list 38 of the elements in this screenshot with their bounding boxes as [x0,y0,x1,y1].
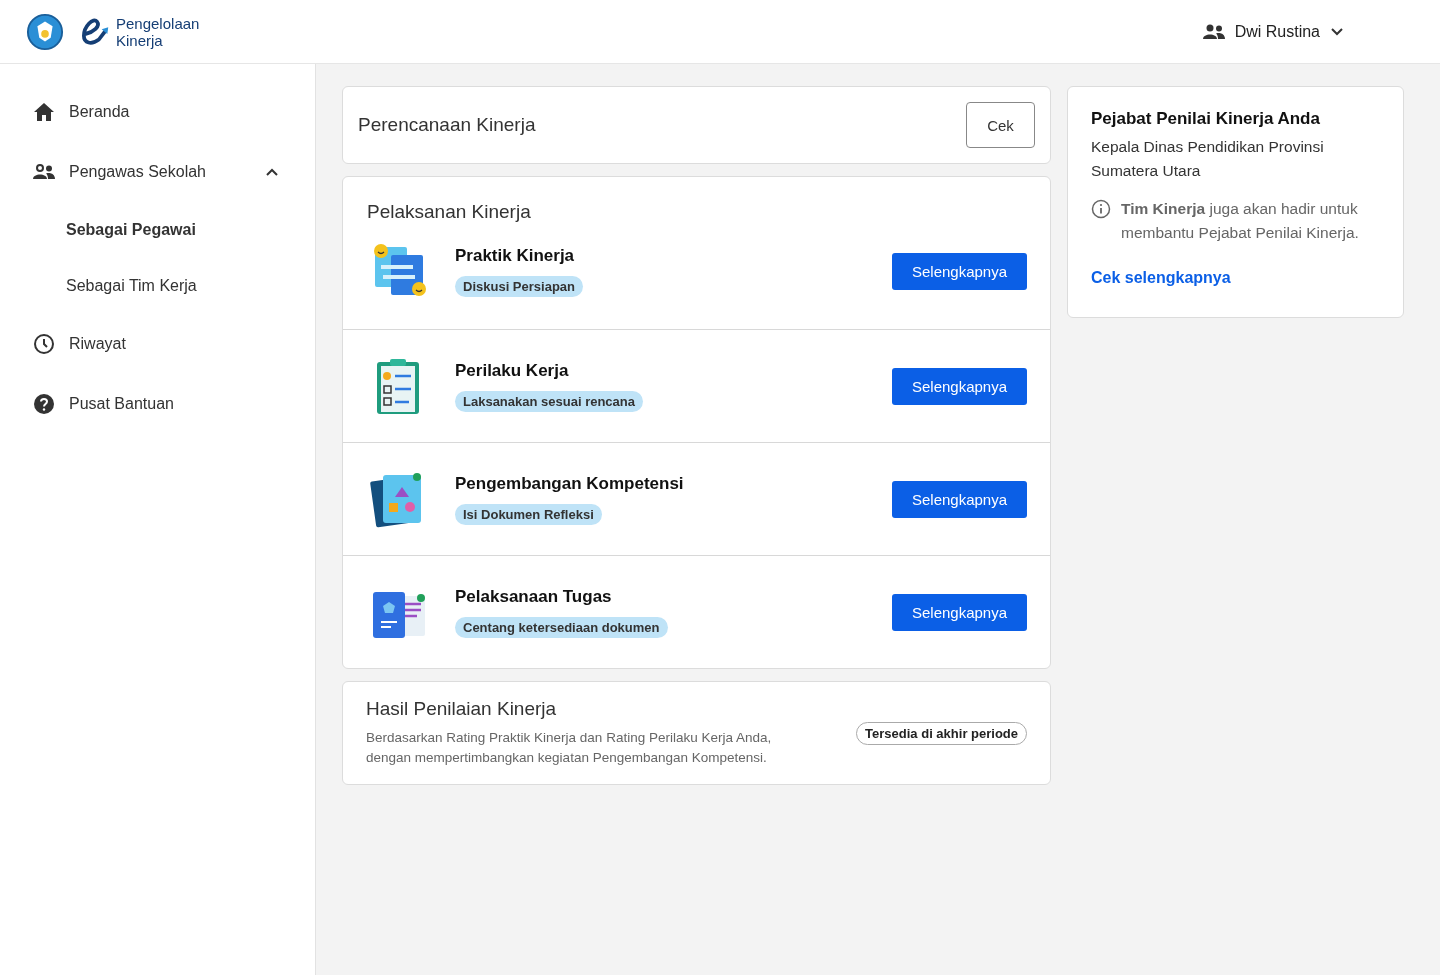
nav-subitem[interactable]: Sebagai Pegawai [0,202,315,258]
check-button[interactable]: Cek [966,102,1035,148]
details-button[interactable]: Selengkapnya [892,480,1027,518]
nav-item[interactable]: Riwayat [0,314,315,374]
item-title: Pelaksanaan Tugas [455,586,612,607]
user-menu[interactable]: Dwi Rustina [1196,21,1350,42]
status-badge: Centang ketersediaan dokumen [455,616,668,638]
card-title: Perencanaan Kinerja [358,114,536,136]
card-title: Hasil Penilaian Kinerja [366,698,558,720]
info-note: Tim Kinerja juga akan hadir untuk membantu Pejabat Penilai Kinerja. [1121,199,1360,243]
details-button[interactable]: Selengkapnya [892,252,1027,290]
emblem-logo [26,12,64,51]
chevron-down-icon [1330,26,1344,37]
assessor-name: Kepala Dinas Pendidikan Provinsi Sumatera Utara [1091,137,1325,181]
people-icon [1202,23,1225,40]
card-title: Pelaksanan Kinerja [366,201,532,223]
nav-item[interactable]: Beranda [0,82,315,142]
item-title: Pengembangan Kompetensi [455,473,684,494]
clock-icon [33,333,55,355]
nav-item[interactable]: Pusat Bantuan [0,374,315,434]
item-title: Praktik Kinerja [455,245,575,266]
card-description: Berdasarkan Rating Praktik Kinerja dan Rating Perilaku Kerja Anda, dengan mempertimbangkan kegiatan Pengembangan Kompetensi. [366,729,773,767]
details-button[interactable]: Selengkapnya [892,367,1027,405]
logo-text: Pengelolaan [116,14,200,32]
info-icon [1091,199,1111,219]
help-icon [33,393,55,415]
status-badge: Diskusi Persiapan [455,275,583,297]
nav-subitem[interactable]: Sebagai Tim Kerja [0,258,315,314]
nav-item[interactable]: Pengawas Sekolah [0,142,315,202]
item-title: Perilaku Kerja [455,360,569,381]
status-badge: Isi Dokumen Refleksi [455,503,602,525]
people-icon [33,164,55,180]
details-button[interactable]: Selengkapnya [892,593,1027,631]
details-link[interactable]: Cek selengkapnya [1091,269,1231,287]
status-badge: Laksanakan sesuai rencana [455,390,643,412]
home-icon [33,102,55,122]
logo-text: Kinerja [116,31,163,49]
card-title: Pejabat Penilai Kinerja Anda [1091,109,1320,129]
